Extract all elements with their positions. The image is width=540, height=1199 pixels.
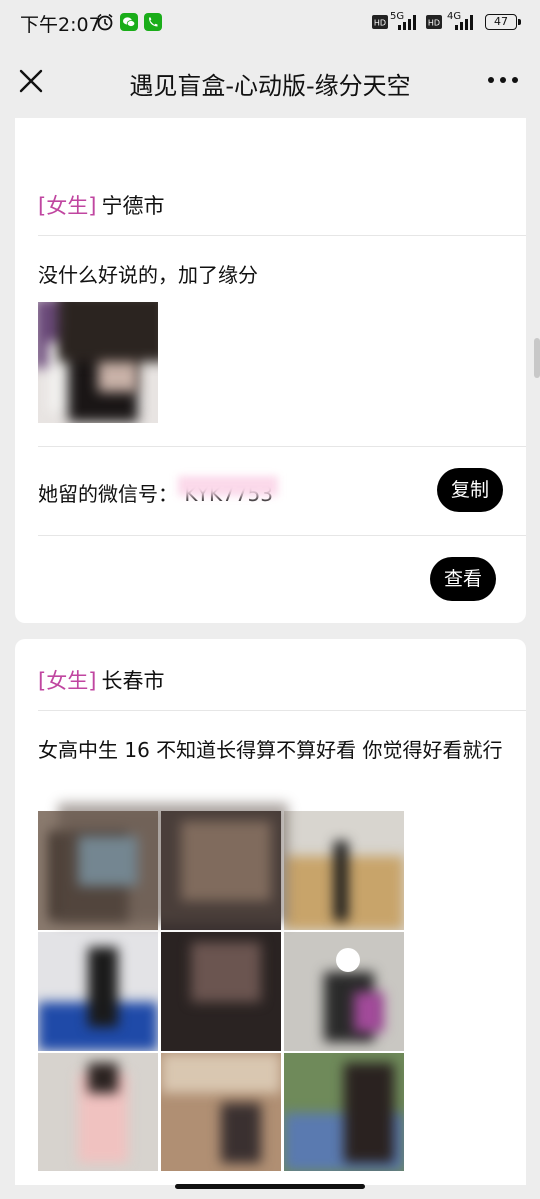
- wechat-icon: [120, 13, 138, 31]
- hd-icon: HD: [372, 15, 388, 29]
- gender-tag: [女生]: [38, 669, 97, 693]
- gender-tag: [女生]: [38, 194, 97, 218]
- more-icon[interactable]: [486, 70, 520, 90]
- post-description: 没什么好说的，加了缘分: [38, 263, 258, 287]
- battery-tip: [518, 19, 521, 25]
- scrollbar-thumb[interactable]: [534, 338, 540, 378]
- grid-photo[interactable]: [38, 932, 158, 1051]
- grid-photo[interactable]: [161, 932, 281, 1051]
- nav-bar: 遇见盲盒-心动版-缘分天空: [0, 44, 540, 118]
- grid-photo[interactable]: [284, 1053, 404, 1171]
- photo-blur: [88, 1063, 118, 1093]
- photo-blur: [161, 1053, 281, 1093]
- battery-level: 47: [494, 15, 508, 28]
- grid-photo[interactable]: [38, 1053, 158, 1171]
- grid-photo[interactable]: [284, 932, 404, 1051]
- grid-photo[interactable]: [161, 1053, 281, 1171]
- divider: [38, 710, 526, 711]
- divider: [38, 446, 526, 447]
- photo-blur: [88, 947, 118, 1027]
- wechat-row: 她留的微信号： KYK7753: [38, 476, 278, 507]
- photo-blur: [191, 942, 261, 1002]
- status-time: 下午2:07: [20, 14, 101, 36]
- photo-blur: [221, 1103, 261, 1163]
- view-button[interactable]: 查看: [430, 557, 496, 601]
- content-scroll[interactable]: [女生] 宁德市 没什么好说的，加了缘分 她留的微信号： KYK7753 复制 …: [0, 118, 540, 1185]
- card-header: [女生] 宁德市: [38, 190, 164, 220]
- profile-card: [女生] 长春市 女高中生 16 不知道长得算不算好看 你觉得好看就行: [15, 639, 526, 1185]
- wechat-label: 她留的微信号：: [38, 482, 178, 506]
- battery-icon: 47: [485, 14, 517, 30]
- divider: [38, 535, 526, 536]
- photo-blur: [344, 1063, 394, 1163]
- photo-scribble: [58, 803, 288, 923]
- home-indicator[interactable]: [175, 1184, 365, 1189]
- photo-blur: [334, 841, 348, 921]
- photo-grid: [38, 803, 404, 1171]
- svg-text:HD: HD: [428, 19, 440, 28]
- photo-blur: [354, 992, 384, 1032]
- face-mask: [336, 948, 360, 972]
- signal-icon: [398, 15, 416, 30]
- grid-photo[interactable]: [284, 811, 404, 930]
- profile-card: [女生] 宁德市 没什么好说的，加了缘分 她留的微信号： KYK7753 复制 …: [15, 118, 526, 623]
- copy-button[interactable]: 复制: [437, 468, 503, 512]
- status-bar: 下午2:07 HD 5G HD 4G 47: [0, 0, 540, 44]
- divider: [38, 235, 526, 236]
- svg-text:HD: HD: [374, 19, 386, 28]
- city-label: 宁德市: [101, 194, 165, 218]
- alarm-icon: [97, 13, 113, 31]
- signal-icon-2: [455, 15, 473, 30]
- profile-photo[interactable]: [38, 302, 158, 423]
- post-description: 女高中生 16 不知道长得算不算好看 你觉得好看就行: [38, 738, 503, 762]
- wechat-id-mask: [178, 476, 278, 496]
- card-header: [女生] 长春市: [38, 665, 164, 695]
- hd-icon-2: HD: [426, 15, 442, 29]
- photo-scribble: [58, 302, 158, 362]
- page-title: 遇见盲盒-心动版-缘分天空: [129, 72, 411, 100]
- city-label: 长春市: [101, 669, 165, 693]
- phone-icon: [144, 13, 162, 31]
